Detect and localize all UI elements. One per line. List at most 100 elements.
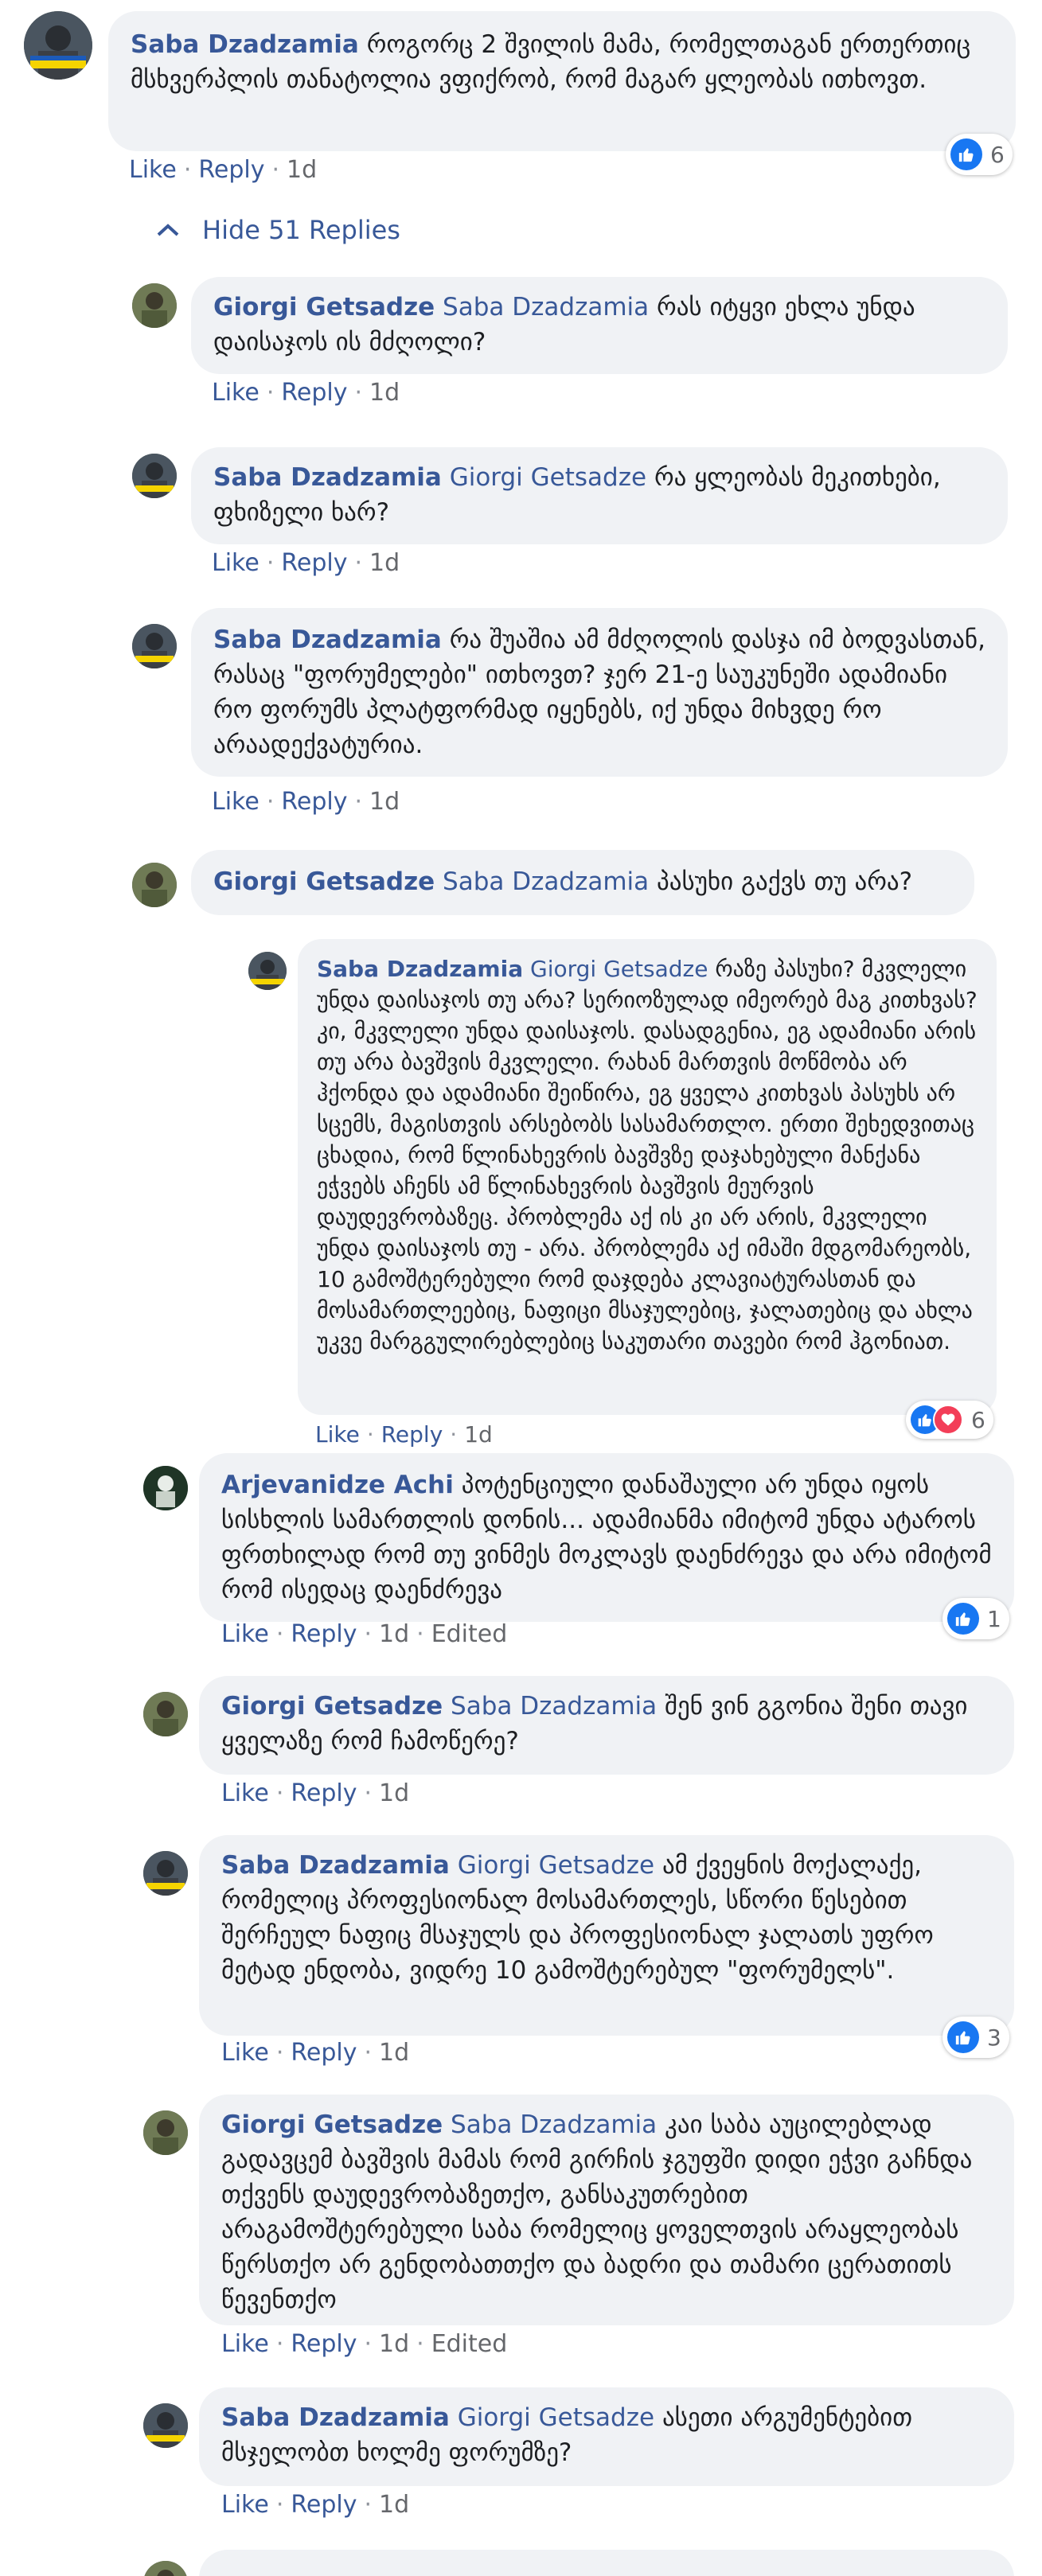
avatar-image bbox=[143, 2110, 188, 2155]
comment-author[interactable]: Saba Dzadzamia bbox=[317, 956, 523, 982]
avatar-image bbox=[143, 1851, 188, 1896]
reply-button[interactable]: Reply bbox=[291, 2330, 357, 2358]
comment-bubble: Giorgi Getsadze Saba Dzadzamia რას იტყვი… bbox=[191, 277, 1008, 374]
mention-tag[interactable]: Saba Dzadzamia bbox=[443, 867, 649, 896]
mention-tag[interactable]: Giorgi Getsadze bbox=[458, 2403, 654, 2432]
mention-tag[interactable]: Giorgi Getsadze bbox=[530, 956, 708, 982]
avatar[interactable] bbox=[143, 2561, 188, 2576]
comment-author[interactable]: Giorgi Getsadze bbox=[221, 1692, 443, 1721]
like-button[interactable]: Like bbox=[212, 788, 260, 816]
mention-tag[interactable]: Saba Dzadzamia bbox=[443, 293, 649, 322]
avatar-image bbox=[132, 283, 177, 328]
avatar-image bbox=[132, 863, 177, 907]
comment-bubble: Saba Dzadzamia Giorgi Getsadze ამ ქვეყნი… bbox=[199, 1835, 1014, 2036]
reaction-count[interactable]: 1 bbox=[942, 1598, 1009, 1639]
reaction-count[interactable]: 6 bbox=[946, 134, 1013, 175]
hide-replies-label: Hide 51 Replies bbox=[202, 215, 400, 245]
edited-label[interactable]: Edited bbox=[431, 2330, 508, 2358]
comment-author[interactable]: Giorgi Getsadze bbox=[213, 293, 435, 322]
chevron-up-icon bbox=[157, 224, 179, 236]
avatar[interactable] bbox=[143, 2403, 188, 2448]
like-button[interactable]: Like bbox=[221, 2039, 269, 2067]
reply-button[interactable]: Reply bbox=[291, 2039, 357, 2067]
mention-tag[interactable]: Saba Dzadzamia bbox=[451, 1692, 657, 1721]
avatar-image bbox=[143, 1466, 188, 1510]
edited-label[interactable]: Edited bbox=[431, 1620, 508, 1648]
comment-actions: Like · Reply · 1d · Edited bbox=[221, 2330, 508, 2358]
avatar-image bbox=[132, 624, 177, 668]
reaction-count[interactable]: 3 bbox=[942, 2017, 1009, 2058]
comment-bubble: Saba Dzadzamia Giorgi Getsadze რაზე პასუ… bbox=[298, 939, 997, 1415]
comment-actions: Like · Reply · 1d bbox=[212, 379, 400, 407]
reply-button[interactable]: Reply bbox=[291, 1779, 357, 1807]
comment-time[interactable]: 1d bbox=[369, 549, 400, 577]
comment-bubble: Saba Dzadzamia Giorgi Getsadze რა ყლეობა… bbox=[191, 447, 1008, 544]
reply-button[interactable]: Reply bbox=[198, 156, 264, 184]
comment-author[interactable]: Giorgi Getsadze bbox=[221, 2110, 443, 2139]
comment-time[interactable]: 1d bbox=[379, 2491, 409, 2519]
avatar[interactable] bbox=[24, 11, 92, 80]
reaction-number: 3 bbox=[987, 2024, 1001, 2051]
avatar-image bbox=[143, 2403, 188, 2448]
comment-author[interactable]: Saba Dzadzamia bbox=[131, 30, 359, 59]
hide-replies-button[interactable]: Hide 51 Replies bbox=[156, 215, 400, 245]
avatar[interactable] bbox=[143, 2110, 188, 2155]
avatar[interactable] bbox=[132, 454, 177, 498]
avatar[interactable] bbox=[143, 1851, 188, 1896]
comment-time[interactable]: 1d bbox=[379, 1620, 409, 1648]
comment-time[interactable]: 1d bbox=[464, 1421, 493, 1448]
comment-time[interactable]: 1d bbox=[369, 379, 400, 407]
comment-actions: Like · Reply · 1d bbox=[221, 2491, 410, 2519]
avatar[interactable] bbox=[143, 1692, 188, 1736]
reply-button[interactable]: Reply bbox=[281, 788, 347, 816]
heart-reaction-icon bbox=[933, 1405, 963, 1435]
like-reaction-icon bbox=[950, 138, 982, 170]
comment-author[interactable]: Arjevanidze Achi bbox=[221, 1471, 454, 1499]
like-button[interactable]: Like bbox=[212, 379, 260, 407]
like-button[interactable]: Like bbox=[221, 2330, 269, 2358]
avatar[interactable] bbox=[132, 283, 177, 328]
mention-tag[interactable]: Giorgi Getsadze bbox=[458, 1851, 654, 1880]
avatar[interactable] bbox=[132, 624, 177, 668]
comment-bubble: Arjevanidze Achi პოტენციული დანაშაული არ… bbox=[199, 1453, 1014, 1622]
reaction-number: 6 bbox=[971, 1406, 985, 1433]
reply-button[interactable]: Reply bbox=[381, 1421, 443, 1448]
reply-button[interactable]: Reply bbox=[281, 549, 347, 577]
like-button[interactable]: Like bbox=[221, 1779, 269, 1807]
mention-tag[interactable]: Saba Dzadzamia bbox=[451, 2110, 657, 2139]
reaction-number: 6 bbox=[990, 141, 1005, 168]
comment-time[interactable]: 1d bbox=[379, 1779, 409, 1807]
reaction-count[interactable]: 6 bbox=[906, 1401, 993, 1439]
mention-tag[interactable]: Giorgi Getsadze bbox=[450, 463, 646, 492]
comment-time[interactable]: 1d bbox=[287, 156, 317, 184]
comment-author[interactable]: Saba Dzadzamia bbox=[221, 2403, 450, 2432]
avatar[interactable] bbox=[132, 863, 177, 907]
like-button[interactable]: Like bbox=[315, 1421, 360, 1448]
comment-author[interactable]: Saba Dzadzamia bbox=[221, 1851, 450, 1880]
comment-bubble: Saba Dzadzamia რა შუაშია ამ მძღოლის დასჯ… bbox=[191, 608, 1008, 777]
comment-author[interactable]: Saba Dzadzamia bbox=[213, 625, 442, 654]
comment-time[interactable]: 1d bbox=[379, 2039, 409, 2067]
reply-button[interactable]: Reply bbox=[281, 379, 347, 407]
avatar-image bbox=[132, 454, 177, 498]
like-button[interactable]: Like bbox=[221, 1620, 269, 1648]
like-button[interactable]: Like bbox=[129, 156, 177, 184]
like-button[interactable]: Like bbox=[221, 2491, 269, 2519]
like-button[interactable]: Like bbox=[212, 549, 260, 577]
avatar[interactable] bbox=[248, 952, 287, 990]
comment-actions: Like · Reply · 1d · Edited bbox=[221, 1620, 508, 1648]
comment-time[interactable]: 1d bbox=[369, 788, 400, 816]
comment-bubble: Giorgi Getsadze Saba Dzadzamia კაი საბა … bbox=[199, 2095, 1014, 2325]
comment-actions: Like · Reply · 1d bbox=[221, 1779, 410, 1807]
avatar[interactable] bbox=[143, 1466, 188, 1510]
comment-text: პასუხი გაქვს თუ არა? bbox=[657, 867, 913, 896]
comment-author[interactable]: Giorgi Getsadze bbox=[213, 867, 435, 896]
comment-text: კაი საბა აუცილებლად გადავცემ ბავშვის მამ… bbox=[221, 2110, 973, 2314]
comment-actions: Like · Reply · 1d bbox=[212, 788, 400, 816]
comment-time[interactable]: 1d bbox=[379, 2330, 409, 2358]
reply-button[interactable]: Reply bbox=[291, 1620, 357, 1648]
comment-author[interactable]: Saba Dzadzamia bbox=[213, 463, 442, 492]
comment-actions: Like · Reply · 1d bbox=[129, 156, 318, 184]
comment-bubble: Saba Dzadzamia როგორც 2 შვილის მამა, რომ… bbox=[108, 11, 1016, 151]
reply-button[interactable]: Reply bbox=[291, 2491, 357, 2519]
